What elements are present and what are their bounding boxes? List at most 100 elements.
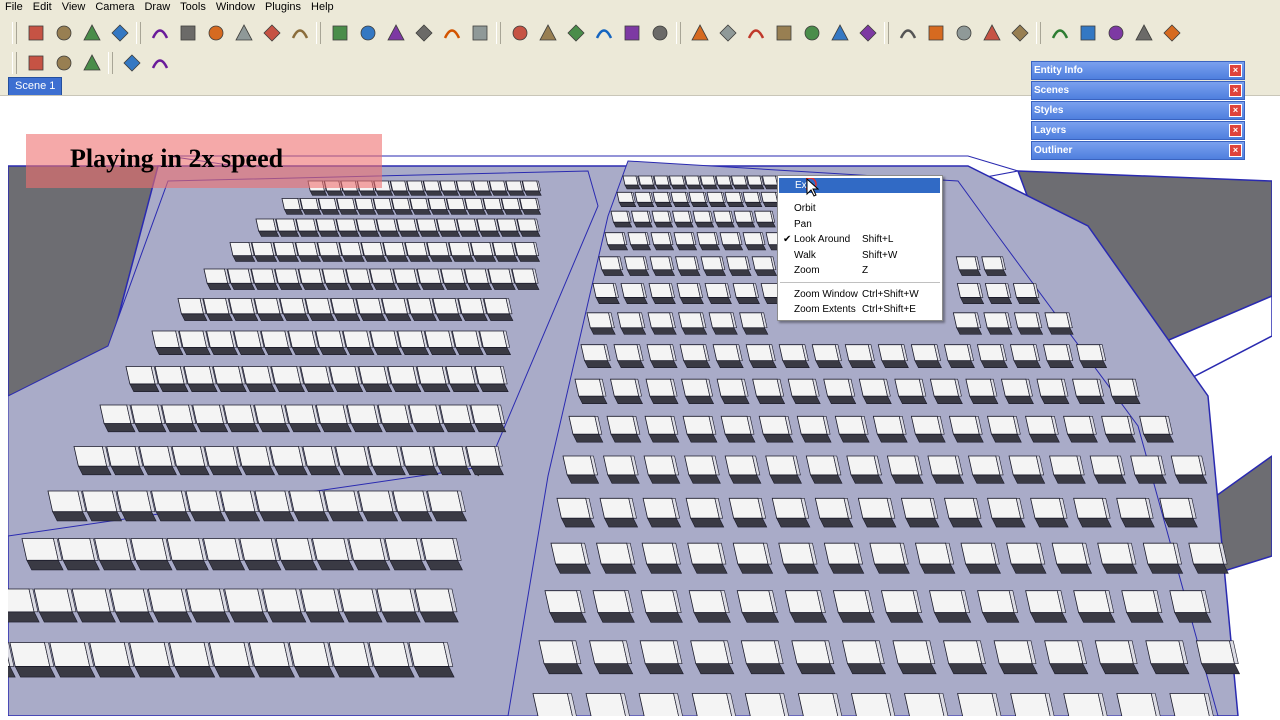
freehand-icon[interactable] (288, 21, 312, 45)
share-model-icon[interactable] (148, 51, 172, 75)
zoom-extents-icon[interactable] (800, 21, 824, 45)
toolbar-grip[interactable] (884, 22, 889, 44)
toolbar-grip[interactable] (676, 22, 681, 44)
menu-item-label: Look Around (794, 234, 851, 245)
toolbar-grip[interactable] (496, 22, 501, 44)
dimension-icon[interactable] (536, 21, 560, 45)
tray-layers[interactable]: Layers × (1031, 121, 1245, 140)
tray-outliner[interactable]: Outliner × (1031, 141, 1245, 160)
text-icon[interactable] (592, 21, 616, 45)
sandbox-drape-icon[interactable] (1104, 21, 1128, 45)
toolbar-grip[interactable] (316, 22, 321, 44)
drawing-viewport[interactable] (8, 96, 1272, 716)
toolbar-grip[interactable] (12, 22, 17, 44)
menu-bar: File Edit View Camera Draw Tools Window … (0, 0, 1280, 15)
seat (850, 693, 896, 716)
seat (744, 693, 790, 716)
push-pull-icon[interactable] (356, 21, 380, 45)
sandbox-detail-icon[interactable] (1132, 21, 1156, 45)
toolbar-row-google (10, 48, 174, 78)
seat (797, 693, 843, 716)
follow-me-icon[interactable] (412, 21, 436, 45)
move-icon[interactable] (328, 21, 352, 45)
menu-item-zoom-window[interactable]: Zoom Window Ctrl+Shift+W (778, 287, 942, 302)
menu-item-look-around[interactable]: ✔ Look Around Shift+L (778, 232, 942, 247)
toggle-terrain-icon[interactable] (52, 51, 76, 75)
get-models-icon[interactable] (120, 51, 144, 75)
walk-icon[interactable] (924, 21, 948, 45)
menu-item-label: Zoom (794, 265, 820, 276)
menu-view[interactable]: View (57, 0, 91, 15)
paint-bucket-icon[interactable] (80, 21, 104, 45)
toolbar-grip[interactable] (108, 52, 113, 74)
sandbox-contours-icon[interactable] (980, 21, 1004, 45)
toolbar-grip[interactable] (1036, 22, 1041, 44)
menu-item-zoom[interactable]: Zoom Z (778, 263, 942, 278)
rotate-icon[interactable] (384, 21, 408, 45)
component-icon[interactable] (52, 21, 76, 45)
protractor-icon[interactable] (564, 21, 588, 45)
sandbox-flip-icon[interactable] (1160, 21, 1184, 45)
seat (904, 693, 949, 716)
offset-icon[interactable] (468, 21, 492, 45)
menu-item-shortcut: Shift+L (862, 234, 894, 245)
sandbox-smoove-icon[interactable] (1048, 21, 1072, 45)
menu-tools[interactable]: Tools (175, 0, 211, 15)
menu-item-zoom-extents[interactable]: Zoom Extents Ctrl+Shift+E (778, 302, 942, 317)
menu-plugins[interactable]: Plugins (260, 0, 306, 15)
sandbox-scratch-icon[interactable] (1008, 21, 1032, 45)
circle-icon[interactable] (204, 21, 228, 45)
menu-item-shortcut: Ctrl+Shift+W (862, 289, 919, 300)
close-icon[interactable]: × (1229, 124, 1242, 137)
line-pencil-icon[interactable] (176, 21, 200, 45)
close-icon[interactable]: × (1229, 84, 1242, 97)
polygon-icon[interactable] (260, 21, 284, 45)
menu-help[interactable]: Help (306, 0, 339, 15)
tray-entity-info[interactable]: Entity Info × (1031, 61, 1245, 80)
zoom-window-icon[interactable] (772, 21, 796, 45)
zoom-icon[interactable] (744, 21, 768, 45)
toolbar-grip[interactable] (12, 52, 17, 74)
playback-speed-label: Playing in 2x speed (70, 144, 284, 173)
menu-item-pan[interactable]: Pan (778, 217, 942, 232)
seat (1063, 693, 1108, 716)
menu-item-walk[interactable]: Walk Shift+W (778, 248, 942, 263)
menu-item-label: Orbit (794, 203, 816, 214)
sandbox-stamp-icon[interactable] (1076, 21, 1100, 45)
menu-item-orbit[interactable]: Orbit (778, 201, 942, 216)
orbit-icon[interactable] (688, 21, 712, 45)
close-icon[interactable]: × (1229, 64, 1242, 77)
toolbar-grip[interactable] (136, 22, 141, 44)
place-model-icon[interactable] (80, 51, 104, 75)
tab-scene-1[interactable]: Scene 1 (8, 77, 63, 95)
menu-camera[interactable]: Camera (90, 0, 139, 15)
tray-styles[interactable]: Styles × (1031, 101, 1245, 120)
menu-edit[interactable]: Edit (28, 0, 57, 15)
section-plane-icon[interactable] (952, 21, 976, 45)
arc-icon[interactable] (232, 21, 256, 45)
tape-measure-icon[interactable] (508, 21, 532, 45)
menu-item-shortcut: Shift+W (862, 250, 898, 261)
menu-draw[interactable]: Draw (139, 0, 175, 15)
position-camera-icon[interactable] (856, 21, 880, 45)
close-icon[interactable]: × (1229, 104, 1242, 117)
menu-file[interactable]: File (0, 0, 28, 15)
axes-icon[interactable] (620, 21, 644, 45)
menu-item-label: Zoom Window (794, 289, 858, 300)
rectangle-icon[interactable] (148, 21, 172, 45)
eraser-icon[interactable] (108, 21, 132, 45)
select-icon[interactable] (24, 21, 48, 45)
tray-scenes[interactable]: Scenes × (1031, 81, 1245, 100)
menu-window[interactable]: Window (211, 0, 260, 15)
close-icon[interactable]: × (1229, 144, 1242, 157)
look-around-icon[interactable] (896, 21, 920, 45)
menu-item-label: Walk (794, 250, 816, 261)
menu-item-label: Pan (794, 219, 812, 230)
previous-view-icon[interactable] (828, 21, 852, 45)
scale-icon[interactable] (440, 21, 464, 45)
3d-text-icon[interactable] (648, 21, 672, 45)
get-current-view-icon[interactable] (24, 51, 48, 75)
menu-item-exit[interactable]: Exit (779, 178, 940, 193)
tray-title: Entity Info (1034, 65, 1083, 76)
pan-icon[interactable] (716, 21, 740, 45)
